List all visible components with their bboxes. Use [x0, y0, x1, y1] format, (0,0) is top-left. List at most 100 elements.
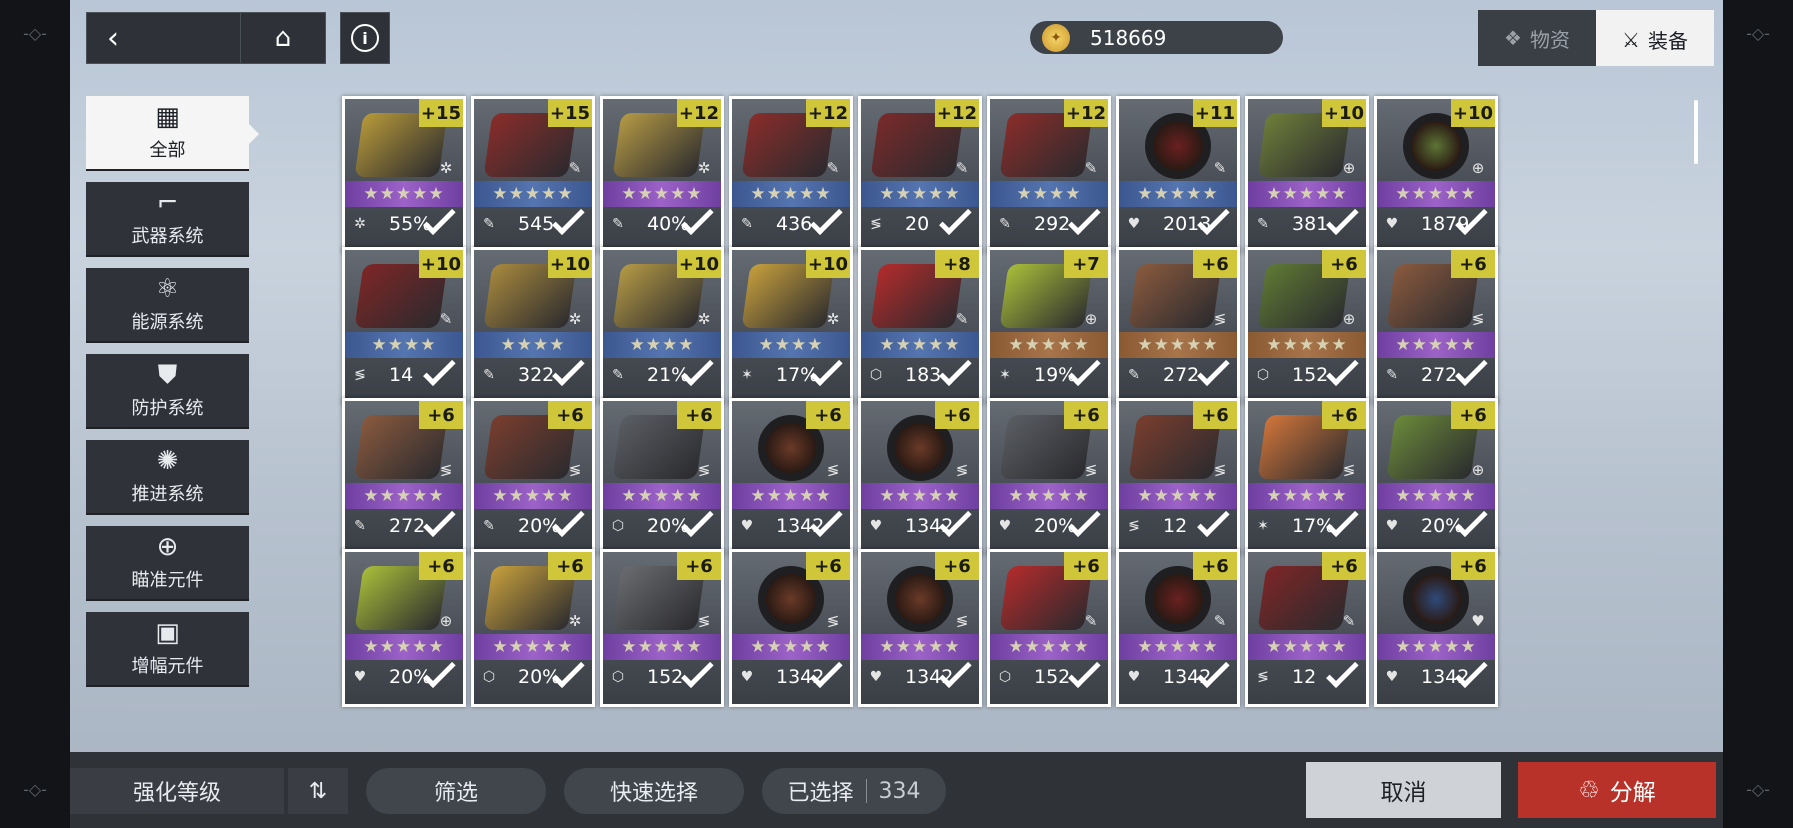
equipment-card[interactable]: +12 ✲ ★★★★★ ✎ 40% [600, 96, 724, 254]
equipment-card[interactable]: +12 ✎ ★★★★★ ✎ 436 [729, 96, 853, 254]
enhance-level-badge: +6 [548, 401, 592, 429]
equipment-card[interactable]: +10 ✲ ★★★★ ✎ 21% [600, 247, 724, 405]
stat-icon: ✎ [999, 216, 1011, 232]
slot-type-icon: ⊕ [439, 612, 453, 630]
chevron-left-icon: ‹ [107, 20, 119, 56]
equipment-card[interactable]: +6 ≶ ★★★★★ ✎ 20% [471, 398, 595, 556]
enhance-level-badge: +6 [1451, 250, 1495, 278]
equipment-card[interactable]: +6 ≶ ★★★★★ ♥ 1342 [858, 398, 982, 556]
equipment-card[interactable]: +15 ✎ ★★★★★ ✎ 545 [471, 96, 595, 254]
enhance-level-badge: +6 [935, 552, 979, 580]
sort-order-button[interactable]: ⇅ [288, 768, 348, 814]
enhance-level-badge: +6 [1322, 401, 1366, 429]
equipment-card[interactable]: +10 ⊕ ★★★★★ ✎ 381 [1245, 96, 1369, 254]
grid-icon: ▦ [155, 101, 180, 132]
category-all[interactable]: ▦ 全部 [86, 96, 249, 171]
slot-type-icon: ≶ [1471, 310, 1485, 328]
equipment-card[interactable]: +6 ⊕ ★★★★★ ♥ 20% [1374, 398, 1498, 556]
slot-type-icon: ≶ [1342, 461, 1356, 479]
equipment-card[interactable]: +6 ≶ ★★★★★ ✎ 272 [1374, 247, 1498, 405]
equipment-card[interactable]: +12 ✎ ★★★★ ✎ 292 [987, 96, 1111, 254]
quick-select-button[interactable]: 快速选择 [564, 768, 744, 814]
back-button[interactable]: ‹ [86, 12, 241, 64]
enhance-level-badge: +6 [806, 552, 850, 580]
enhance-level-badge: +6 [1193, 401, 1237, 429]
equipment-card[interactable]: +6 ≶ ★★★★★ ✎ 272 [342, 398, 466, 556]
stat-icon: ✎ [483, 216, 495, 232]
stat-icon: ♥ [1127, 669, 1141, 685]
stat-icon: ✎ [741, 216, 753, 232]
slot-type-icon: ⊕ [1342, 159, 1356, 177]
slot-type-icon: ≶ [568, 461, 582, 479]
slot-type-icon: ✎ [955, 159, 969, 177]
equipment-card[interactable]: +7 ⊕ ★★★★★ ✶ 19% [987, 247, 1111, 405]
cancel-button[interactable]: 取消 [1306, 762, 1501, 818]
equipment-card[interactable]: +8 ✎ ★★★★★ ⬡ 183 [858, 247, 982, 405]
equipment-card[interactable]: +6 ⊕ ★★★★★ ⬡ 152 [1245, 247, 1369, 405]
energy-icon: ⚛ [155, 273, 180, 304]
grid-scrollbar[interactable] [1694, 100, 1698, 164]
slot-type-icon: ⊕ [1342, 310, 1356, 328]
stat-icon: ♥ [869, 669, 883, 685]
equipment-card[interactable]: +6 ⊕ ★★★★★ ♥ 20% [342, 549, 466, 707]
stat-value: 381 [1292, 213, 1329, 235]
stat-icon: ≶ [354, 367, 366, 383]
equipment-card[interactable]: +6 ≶ ★★★★★ ≶ 12 [1116, 398, 1240, 556]
tab-supplies[interactable]: ❖ 物资 [1478, 10, 1596, 66]
equipment-card[interactable]: +6 ≶ ★★★★★ ♥ 1342 [729, 549, 853, 707]
stat-value: 14 [389, 364, 414, 386]
equipment-card[interactable]: +11 ✎ ★★★★★ ♥ 2013 [1116, 96, 1240, 254]
category-protection[interactable]: ⛊ 防护系统 [86, 354, 249, 429]
supplies-icon: ❖ [1504, 26, 1522, 50]
equipment-card[interactable]: +6 ≶ ★★★★★ ✶ 17% [1245, 398, 1369, 556]
enhance-level-badge: +6 [1193, 552, 1237, 580]
equipment-card[interactable]: +6 ✎ ★★★★★ ♥ 1342 [1116, 549, 1240, 707]
equipment-card[interactable]: +6 ≶ ★★★★★ ⬡ 20% [600, 398, 724, 556]
decompose-button[interactable]: ♲ 分解 [1518, 762, 1716, 818]
equipment-card[interactable]: +6 ≶ ★★★★★ ⬡ 152 [600, 549, 724, 707]
enhance-level-badge: +6 [806, 401, 850, 429]
equipment-card[interactable]: +6 ≶ ★★★★★ ✎ 272 [1116, 247, 1240, 405]
category-energy[interactable]: ⚛ 能源系统 [86, 268, 249, 343]
category-weapon[interactable]: ⌐ 武器系统 [86, 182, 249, 257]
equipment-card[interactable]: +6 ✲ ★★★★★ ⬡ 20% [471, 549, 595, 707]
equipment-card[interactable]: +6 ✎ ★★★★★ ≶ 12 [1245, 549, 1369, 707]
stat-icon: ✎ [612, 367, 624, 383]
equipment-card[interactable]: +6 ✎ ★★★★★ ⬡ 152 [987, 549, 1111, 707]
category-label: 能源系统 [131, 311, 204, 333]
slot-type-icon: ≶ [955, 612, 969, 630]
category-label: 武器系统 [131, 225, 204, 247]
chip-icon: ▣ [155, 617, 180, 648]
equipment-card[interactable]: +10 ✲ ★★★★ ✎ 322 [471, 247, 595, 405]
info-button[interactable]: i [340, 12, 390, 64]
equipment-card[interactable]: +6 ♥ ★★★★★ ♥ 1342 [1374, 549, 1498, 707]
equipment-card[interactable]: +10 ✲ ★★★★ ✶ 17% [729, 247, 853, 405]
category-propulsion[interactable]: ✺ 推进系统 [86, 440, 249, 515]
equipment-icon: ⚔ [1622, 27, 1640, 52]
equipment-card[interactable]: +10 ✎ ★★★★ ≶ 14 [342, 247, 466, 405]
equipment-card[interactable]: +6 ≶ ★★★★★ ♥ 20% [987, 398, 1111, 556]
equipment-card[interactable]: +6 ≶ ★★★★★ ♥ 1342 [858, 549, 982, 707]
stat-icon: ♥ [740, 518, 754, 534]
sort-label: 强化等级 [132, 781, 221, 806]
sort-by-level-button[interactable]: 强化等级 [70, 768, 284, 814]
slot-type-icon: ✲ [439, 159, 453, 177]
enhance-level-badge: +10 [677, 250, 721, 278]
equipment-card[interactable]: +10 ⊕ ★★★★★ ♥ 1879 [1374, 96, 1498, 254]
equipment-card[interactable]: +6 ≶ ★★★★★ ♥ 1342 [729, 398, 853, 556]
slot-type-icon: ♥ [1471, 612, 1485, 630]
slot-type-icon: ⊕ [1471, 159, 1485, 177]
equipment-card[interactable]: +12 ✎ ★★★★★ ≶ 20 [858, 96, 982, 254]
enhance-level-badge: +15 [419, 99, 463, 127]
slot-type-icon: ✎ [439, 310, 453, 328]
equipment-card[interactable]: +15 ✲ ★★★★★ ✲ 55% [342, 96, 466, 254]
frame-ornament-icon: -◇- [23, 780, 47, 799]
enhance-level-badge: +11 [1193, 99, 1237, 127]
category-amplifier[interactable]: ▣ 增幅元件 [86, 612, 249, 687]
filter-button[interactable]: 筛选 [366, 768, 546, 814]
home-button[interactable]: ⌂ [240, 12, 326, 64]
stat-icon: ✎ [1257, 216, 1269, 232]
slot-type-icon: ⊕ [1471, 461, 1485, 479]
tab-equipment[interactable]: ⚔ 装备 [1596, 10, 1714, 66]
category-aiming[interactable]: ⊕ 瞄准元件 [86, 526, 249, 601]
